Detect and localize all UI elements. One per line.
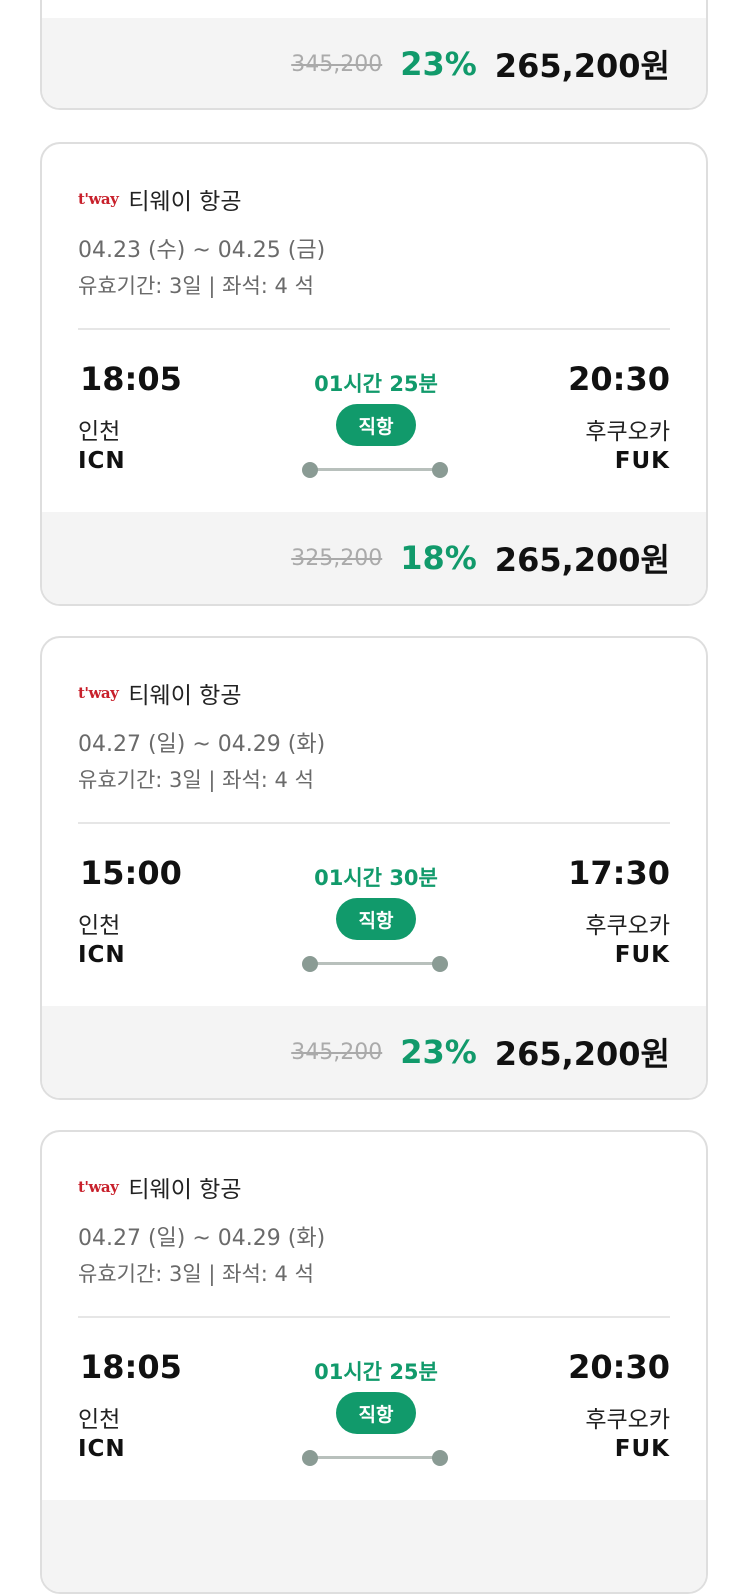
departure-code: ICN (78, 942, 126, 968)
departure-time: 18:05 (80, 1348, 182, 1386)
departure-time: 18:05 (80, 360, 182, 398)
airline-name: 티웨이 항공 (128, 1177, 242, 1203)
discount-rate: 23% (400, 1033, 477, 1071)
route-line (310, 468, 442, 471)
divider (78, 822, 670, 824)
flight-duration: 01시간 25분 (314, 1360, 438, 1384)
airline-row: t'way 티웨이 항공 (78, 182, 242, 216)
flight-card[interactable]: t'way 티웨이 항공 04.23 (수) ~ 04.25 (금) 유효기간:… (40, 142, 708, 606)
route-line (310, 962, 442, 965)
tway-logo-icon: t'way (78, 1178, 119, 1196)
travel-dates: 04.27 (일) ~ 04.29 (화) (78, 1226, 326, 1251)
price-footer: 345,200 23% 265,200원 (42, 18, 706, 108)
route-start-dot-icon (302, 1450, 318, 1466)
price-footer (42, 1500, 706, 1592)
price-footer: 325,200 18% 265,200원 (42, 512, 706, 604)
route-end-dot-icon (432, 462, 448, 478)
tway-logo-icon: t'way (78, 190, 119, 208)
airline-name: 티웨이 항공 (128, 683, 242, 709)
divider (78, 1316, 670, 1318)
direct-flight-badge: 직항 (336, 404, 416, 446)
travel-dates: 04.27 (일) ~ 04.29 (화) (78, 732, 326, 757)
travel-dates: 04.23 (수) ~ 04.25 (금) (78, 238, 326, 263)
airline-row: t'way 티웨이 항공 (78, 1170, 242, 1204)
route-line (310, 1456, 442, 1459)
flight-duration: 01시간 25분 (314, 372, 438, 396)
arrival-code: FUK (614, 1436, 670, 1462)
discount-rate: 23% (400, 45, 477, 83)
flight-card[interactable]: t'way 티웨이 항공 04.27 (일) ~ 04.29 (화) 유효기간:… (40, 636, 708, 1100)
original-price: 325,200 (291, 545, 383, 571)
departure-code: ICN (78, 448, 126, 474)
departure-city: 인천 (78, 1407, 121, 1433)
validity-seats: 유효기간: 3일 | 좌석: 4 석 (78, 1262, 314, 1286)
final-price: 265,200원 (494, 47, 670, 85)
flight-card[interactable]: 345,200 23% 265,200원 (40, 0, 708, 110)
arrival-time: 20:30 (568, 360, 670, 398)
flight-card[interactable]: t'way 티웨이 항공 04.27 (일) ~ 04.29 (화) 유효기간:… (40, 1130, 708, 1594)
arrival-time: 20:30 (568, 1348, 670, 1386)
arrival-city: 후쿠오카 (585, 1407, 670, 1433)
arrival-city: 후쿠오카 (585, 913, 670, 939)
flight-duration: 01시간 30분 (314, 866, 438, 890)
validity-seats: 유효기간: 3일 | 좌석: 4 석 (78, 274, 314, 298)
original-price: 345,200 (291, 1039, 383, 1065)
departure-city: 인천 (78, 419, 121, 445)
route-end-dot-icon (432, 1450, 448, 1466)
discount-rate: 18% (400, 539, 477, 577)
price-footer: 345,200 23% 265,200원 (42, 1006, 706, 1098)
tway-logo-icon: t'way (78, 684, 119, 702)
direct-flight-badge: 직항 (336, 898, 416, 940)
final-price: 265,200원 (494, 1035, 670, 1073)
arrival-code: FUK (614, 942, 670, 968)
divider (78, 328, 670, 330)
departure-city: 인천 (78, 913, 121, 939)
validity-seats: 유효기간: 3일 | 좌석: 4 석 (78, 768, 314, 792)
original-price: 345,200 (291, 51, 383, 77)
route-end-dot-icon (432, 956, 448, 972)
arrival-time: 17:30 (568, 854, 670, 892)
departure-code: ICN (78, 1436, 126, 1462)
airline-row: t'way 티웨이 항공 (78, 676, 242, 710)
departure-time: 15:00 (80, 854, 182, 892)
arrival-code: FUK (614, 448, 670, 474)
route-start-dot-icon (302, 956, 318, 972)
airline-name: 티웨이 항공 (128, 189, 242, 215)
route-start-dot-icon (302, 462, 318, 478)
final-price: 265,200원 (494, 541, 670, 579)
arrival-city: 후쿠오카 (585, 419, 670, 445)
direct-flight-badge: 직항 (336, 1392, 416, 1434)
